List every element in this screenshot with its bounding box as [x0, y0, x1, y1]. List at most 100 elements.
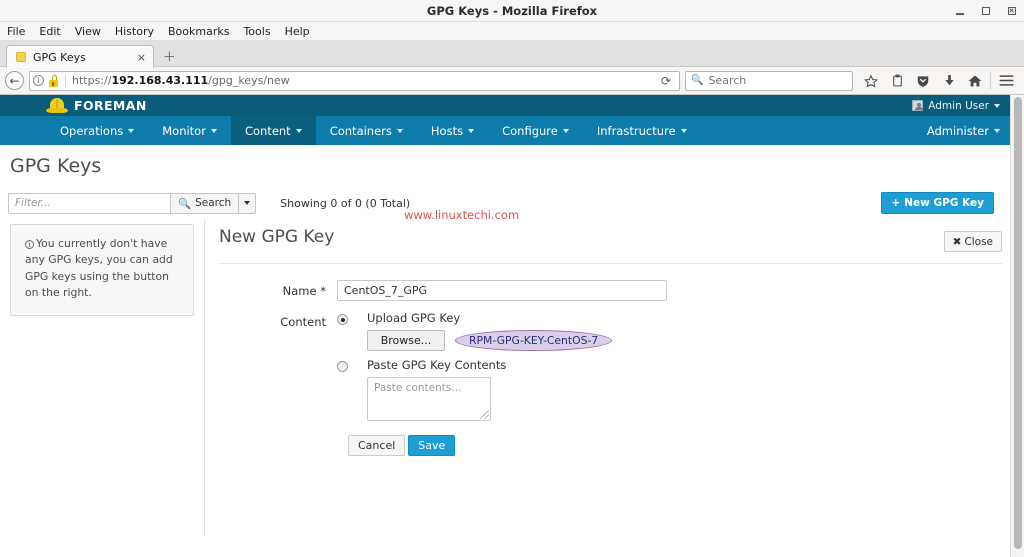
content-area: i You currently don't have any GPG keys, …: [0, 219, 1024, 536]
insecure-lock-icon[interactable]: [48, 74, 59, 87]
back-icon[interactable]: ←: [5, 71, 24, 90]
chevron-down-icon: [244, 201, 251, 205]
plus-icon: +: [891, 197, 901, 209]
form-header: New GPG Key ✖ Close: [219, 219, 1002, 252]
new-tab-button[interactable]: +: [163, 49, 176, 64]
menu-bookmarks[interactable]: Bookmarks: [168, 25, 229, 38]
nav-label-configure: Configure: [502, 123, 558, 138]
user-name: Admin User: [928, 99, 989, 112]
selected-filename: RPM-GPG-KEY-CentOS-7: [455, 330, 613, 351]
tab-title: GPG Keys: [33, 50, 86, 64]
url-text: https://192.168.43.111/gpg_keys/new: [72, 74, 290, 87]
paste-option-label: Paste GPG Key Contents: [367, 358, 507, 372]
paste-contents-textarea[interactable]: Paste contents...: [367, 377, 491, 421]
nav-item-containers[interactable]: Containers: [316, 116, 417, 145]
chevron-down-icon: [128, 128, 135, 133]
foreman-nav-bar: Operations Monitor Content Containers Ho…: [0, 116, 1024, 145]
reload-icon[interactable]: ⟳: [656, 74, 676, 88]
maximize-button[interactable]: [981, 7, 990, 16]
upload-option-block: Upload GPG Key Browse... RPM-GPG-KEY-Cen…: [367, 311, 613, 351]
nav-item-infrastructure[interactable]: Infrastructure: [583, 116, 701, 145]
bookmark-star-icon[interactable]: [858, 68, 884, 94]
scrollbar-thumb[interactable]: [1014, 97, 1022, 549]
browse-button[interactable]: Browse...: [367, 330, 445, 351]
pocket-shield-icon[interactable]: [910, 68, 936, 94]
address-bar[interactable]: i https://192.168.43.111/gpg_keys/new ⟳: [29, 70, 680, 91]
nav-item-content[interactable]: Content: [230, 116, 316, 145]
page-scrollbar[interactable]: [1010, 95, 1024, 557]
menu-history[interactable]: History: [115, 25, 154, 38]
hamburger-menu-icon[interactable]: [993, 68, 1019, 94]
nav-item-hosts[interactable]: Hosts: [417, 116, 488, 145]
name-label: Name *: [282, 284, 326, 298]
tab-close-icon[interactable]: ×: [137, 52, 146, 63]
search-button[interactable]: 🔍 Search: [171, 192, 240, 214]
nav-label-monitor: Monitor: [162, 123, 206, 138]
minimize-button[interactable]: [955, 7, 964, 16]
cancel-button[interactable]: Cancel: [348, 435, 406, 456]
name-field-row: Name * CentOS_7_GPG: [219, 280, 1002, 301]
user-menu[interactable]: Admin User: [912, 95, 1000, 116]
close-button[interactable]: [1007, 7, 1016, 16]
nav-label-content: Content: [244, 123, 291, 138]
downloads-icon[interactable]: [936, 68, 962, 94]
form-title: New GPG Key: [219, 227, 335, 247]
content-label: Content: [219, 311, 337, 329]
nav-item-administer[interactable]: Administer: [927, 116, 1000, 145]
window-controls: [955, 0, 1016, 22]
browser-navbar: ← i https://192.168.43.111/gpg_keys/new …: [0, 67, 1024, 95]
filter-input[interactable]: Filter...: [8, 192, 171, 214]
save-button[interactable]: Save: [408, 435, 456, 456]
menu-view[interactable]: View: [75, 25, 101, 38]
chevron-down-icon: [994, 103, 1000, 108]
menu-tools[interactable]: Tools: [243, 25, 270, 38]
gpg-key-form: Name * CentOS_7_GPG Content Upload GPG K…: [219, 264, 1002, 456]
paste-gpg-key-radio[interactable]: [337, 361, 348, 372]
nav-item-monitor[interactable]: Monitor: [148, 116, 231, 145]
toolbar-icons: [858, 68, 1019, 94]
nav-label-administer: Administer: [926, 123, 989, 138]
foreman-top-bar: FOREMAN Admin User: [0, 95, 1024, 116]
brand-name: FOREMAN: [74, 98, 147, 113]
name-input[interactable]: CentOS_7_GPG: [337, 280, 667, 301]
textarea-resize-handle[interactable]: [480, 410, 489, 419]
window-title: GPG Keys - Mozilla Firefox: [426, 3, 598, 18]
reader-list-icon[interactable]: [884, 68, 910, 94]
new-gpg-key-button[interactable]: + New GPG Key: [881, 192, 994, 214]
hardhat-icon: [46, 98, 68, 113]
search-icon: 🔍: [691, 75, 704, 86]
results-count: Showing 0 of 0 (0 Total): [280, 196, 411, 210]
upload-option-label: Upload GPG Key: [367, 311, 461, 325]
nav-label-infrastructure: Infrastructure: [596, 123, 676, 138]
nav-item-configure[interactable]: Configure: [488, 116, 583, 145]
home-icon[interactable]: [962, 68, 988, 94]
url-path: /gpg_keys/new: [208, 74, 290, 87]
browser-tab[interactable]: GPG Keys ×: [6, 45, 154, 68]
chevron-down-icon: [468, 128, 475, 133]
upload-radio-col: [337, 311, 348, 325]
nav-label-operations: Operations: [60, 123, 124, 138]
tab-strip: GPG Keys × +: [0, 41, 1024, 68]
menu-help[interactable]: Help: [285, 25, 310, 38]
nav-item-operations[interactable]: Operations: [46, 116, 148, 145]
content-options: Upload GPG Key Browse... RPM-GPG-KEY-Cen…: [337, 311, 613, 421]
url-separator: [65, 73, 66, 88]
search-icon: 🔍: [178, 197, 192, 210]
form-actions: Cancel Save: [348, 435, 1002, 456]
empty-state-message: You currently don't have any GPG keys, y…: [25, 237, 173, 300]
site-info-icon[interactable]: i: [33, 75, 44, 86]
menu-edit[interactable]: Edit: [39, 25, 60, 38]
search-dropdown-button[interactable]: [239, 192, 257, 214]
empty-state-text: i You currently don't have any GPG keys, …: [25, 236, 179, 302]
chevron-down-icon: [396, 128, 403, 133]
content-field-row: Content Upload GPG Key Browse... RPM-GPG…: [219, 311, 1002, 421]
browse-row: Browse... RPM-GPG-KEY-CentOS-7: [367, 330, 613, 351]
foreman-logo[interactable]: FOREMAN: [46, 98, 147, 113]
page-favicon-icon: [16, 52, 26, 62]
content-label-text: Content: [280, 315, 326, 329]
upload-gpg-key-radio[interactable]: [337, 314, 348, 325]
menu-file[interactable]: File: [7, 25, 25, 38]
browser-search-box[interactable]: 🔍 Search: [685, 70, 853, 91]
close-form-button[interactable]: ✖ Close: [943, 231, 1002, 252]
chevron-down-icon: [562, 128, 569, 133]
